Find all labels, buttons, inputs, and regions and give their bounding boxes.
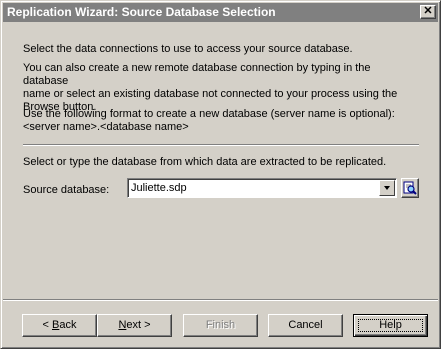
close-icon: ✕: [423, 5, 433, 17]
select-prompt: Select or type the database from which d…: [23, 156, 387, 168]
dialog-window: Replication Wizard: Source Database Sele…: [0, 0, 441, 349]
source-database-label: Source database:: [23, 184, 110, 196]
back-prefix: <: [42, 319, 52, 331]
help-label: Help: [379, 319, 402, 331]
browse-button[interactable]: [401, 178, 419, 198]
window-title: Replication Wizard: Source Database Sele…: [7, 5, 276, 19]
chevron-down-icon[interactable]: [379, 180, 395, 196]
new-connection-text: You can also create a new remote databas…: [23, 62, 398, 113]
back-button[interactable]: < Back: [22, 314, 97, 337]
cancel-label: Cancel: [288, 319, 323, 331]
cancel-button[interactable]: Cancel: [268, 314, 343, 337]
source-database-combobox[interactable]: Juliette.sdp: [127, 178, 397, 198]
intro-text: Select the data connections to use to ac…: [23, 43, 353, 55]
browse-search-icon: [403, 181, 417, 195]
source-database-value[interactable]: Juliette.sdp: [131, 182, 187, 195]
footer-separator: [3, 299, 438, 301]
help-button[interactable]: Help: [353, 314, 428, 337]
content-separator: [23, 144, 419, 146]
next-button[interactable]: Next >: [97, 314, 172, 337]
next-label-rest: ext >: [126, 319, 151, 331]
close-button[interactable]: ✕: [420, 5, 436, 19]
finish-button[interactable]: Finish: [183, 314, 258, 337]
finish-label: Finish: [205, 319, 236, 331]
title-bar[interactable]: Replication Wizard: Source Database Sele…: [3, 3, 438, 22]
back-label-rest: ack: [59, 319, 77, 331]
format-text: Use the following format to create a new…: [23, 108, 395, 133]
